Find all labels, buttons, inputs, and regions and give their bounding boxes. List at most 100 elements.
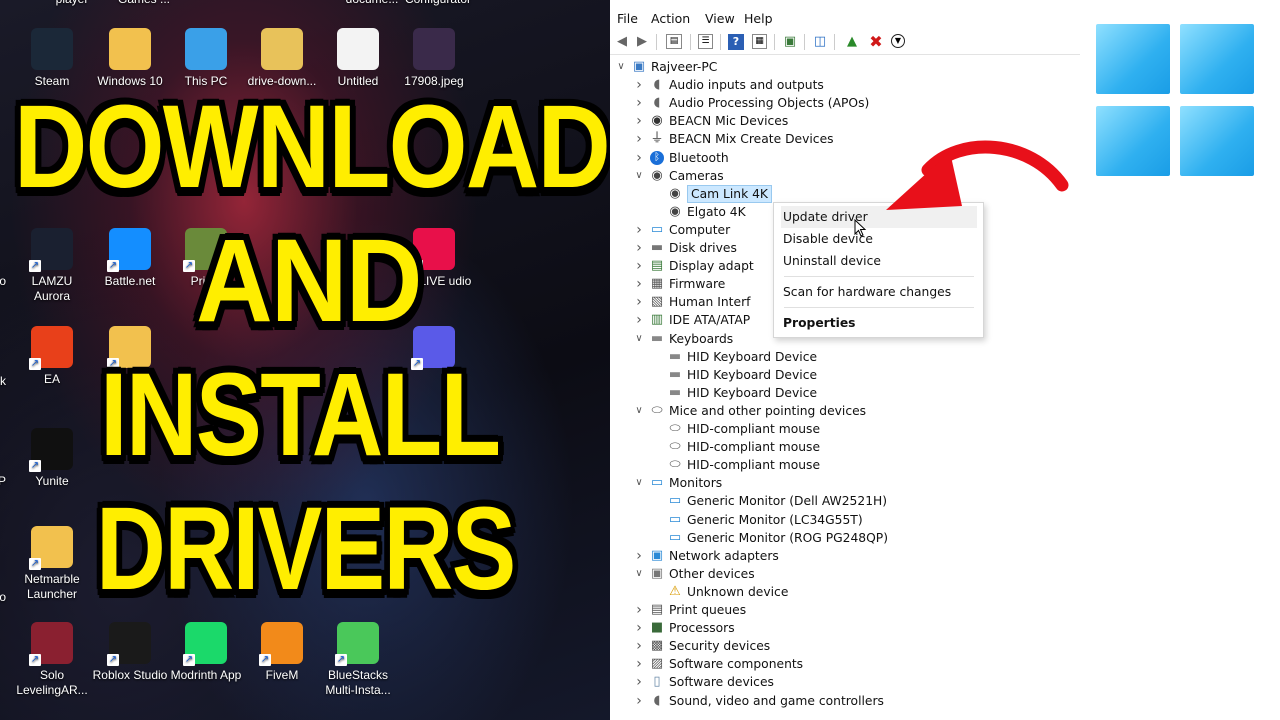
- desktop-icon[interactable]: ↗ Roblox Studio: [92, 622, 168, 683]
- tree-node-label: Unknown device: [687, 584, 789, 599]
- tree-node[interactable]: › ◖ Sound, video and game controllers: [610, 692, 1270, 710]
- back-icon[interactable]: ◀: [614, 34, 630, 50]
- shortcut-arrow-icon: ↗: [107, 260, 119, 272]
- chevron-down-icon[interactable]: ∨: [634, 474, 644, 492]
- tree-node[interactable]: › ▩ Security devices: [610, 637, 1270, 655]
- download-icon[interactable]: ▼: [891, 34, 905, 48]
- tree-node[interactable]: ∨ ⬭ Mice and other pointing devices: [610, 402, 1270, 420]
- tree-node[interactable]: › ▤ Print queues: [610, 601, 1270, 619]
- desktop-icon-label: Roblox Studio: [92, 668, 168, 682]
- tree-node[interactable]: ▬ HID Keyboard Device: [610, 348, 1270, 366]
- chevron-right-icon[interactable]: ›: [634, 601, 644, 619]
- chevron-right-icon[interactable]: ›: [634, 130, 644, 148]
- chevron-down-icon[interactable]: ∨: [634, 565, 644, 583]
- chevron-down-icon[interactable]: ∨: [634, 402, 644, 420]
- speaker-icon: ◖: [653, 77, 661, 93]
- desktop-icon[interactable]: drive-down...: [244, 28, 320, 89]
- chevron-right-icon[interactable]: ›: [634, 692, 644, 710]
- help-icon[interactable]: ?: [728, 34, 744, 50]
- desktop-icon[interactable]: ↗ Solo LevelingAR...: [14, 622, 90, 698]
- desktop-edge-label: P: [0, 474, 6, 488]
- desktop-icon[interactable]: ↗ Netmarble Launcher: [14, 526, 90, 602]
- shortcut-arrow-icon: ↗: [29, 558, 41, 570]
- chevron-right-icon[interactable]: ›: [634, 76, 644, 94]
- tree-node[interactable]: › ▣ Network adapters: [610, 547, 1270, 565]
- desktop-icon[interactable]: ↗ BlueStacks Multi-Insta...: [320, 622, 396, 698]
- update-driver-icon[interactable]: ▣: [782, 34, 798, 50]
- desktop-icon[interactable]: ↗ Modrinth App: [168, 622, 244, 683]
- chevron-right-icon[interactable]: ›: [634, 619, 644, 637]
- view-icon[interactable]: ▦: [752, 34, 767, 49]
- tree-node[interactable]: ⬭ HID-compliant mouse: [610, 420, 1270, 438]
- forward-icon[interactable]: ▶: [634, 34, 650, 50]
- tree-node[interactable]: › ■ Processors: [610, 619, 1270, 637]
- tree-node-label: Other devices: [669, 566, 755, 581]
- tree-node[interactable]: › ▯ Software devices: [610, 673, 1270, 691]
- menu-uninstall-device[interactable]: Uninstall device: [781, 250, 977, 272]
- properties-label: Properties: [783, 316, 856, 330]
- uninstall-icon[interactable]: ✖: [868, 34, 884, 50]
- chevron-right-icon[interactable]: ›: [634, 239, 644, 257]
- tree-node-label: BEACN Mix Create Devices: [669, 132, 834, 147]
- tree-node-label: Keyboards: [669, 331, 734, 346]
- chevron-down-icon[interactable]: ∨: [634, 167, 644, 185]
- desktop-icon[interactable]: ↗ LAMZU Aurora: [14, 228, 90, 304]
- hid-icon: ▧: [650, 294, 664, 310]
- monitor-icon[interactable]: ◫: [812, 34, 828, 50]
- chevron-right-icon[interactable]: ›: [634, 112, 644, 130]
- chevron-right-icon[interactable]: ›: [634, 221, 644, 239]
- tree-node[interactable]: ⚠ Unknown device: [610, 583, 1270, 601]
- chevron-right-icon[interactable]: ›: [634, 311, 644, 329]
- tree-node[interactable]: › ▨ Software components: [610, 655, 1270, 673]
- tree-node-label: Bluetooth: [669, 150, 729, 165]
- menu-help[interactable]: Help: [744, 11, 773, 26]
- desktop-icon[interactable]: Windows 10: [92, 28, 168, 89]
- chevron-right-icon[interactable]: ›: [634, 149, 644, 167]
- desktop-icon[interactable]: ↗ Yunite: [14, 428, 90, 489]
- solo-leveling-icon: ↗: [29, 622, 73, 666]
- shortcut-arrow-icon: ↗: [29, 654, 41, 666]
- tree-node[interactable]: ▬ HID Keyboard Device: [610, 384, 1270, 402]
- chevron-right-icon[interactable]: ›: [634, 275, 644, 293]
- properties-icon[interactable]: ▤: [666, 34, 682, 49]
- tree-node-label: Generic Monitor (ROG PG248QP): [687, 530, 889, 545]
- software-component-icon: ▨: [650, 656, 664, 672]
- menu-properties[interactable]: Properties: [781, 312, 977, 334]
- enable-device-icon[interactable]: ▲: [844, 34, 860, 50]
- tree-node[interactable]: ▭ Generic Monitor (Dell AW2521H): [610, 492, 1270, 510]
- desktop-icon[interactable]: This PC: [168, 28, 244, 89]
- tree-node[interactable]: ▬ HID Keyboard Device: [610, 366, 1270, 384]
- chevron-down-icon[interactable]: ∨: [634, 330, 644, 348]
- chevron-right-icon[interactable]: ›: [634, 257, 644, 275]
- menu-view[interactable]: View: [705, 11, 735, 26]
- menu-disable-device[interactable]: Disable device: [781, 228, 977, 250]
- chevron-right-icon[interactable]: ›: [634, 673, 644, 691]
- tree-node[interactable]: ∨ ▣ Other devices: [610, 565, 1270, 583]
- tree-node[interactable]: ▭ Generic Monitor (ROG PG248QP): [610, 529, 1270, 547]
- chevron-right-icon[interactable]: ›: [634, 94, 644, 112]
- chevron-right-icon[interactable]: ›: [634, 293, 644, 311]
- software-device-icon: ▯: [653, 674, 661, 690]
- tree-node[interactable]: ∨ ▭ Monitors: [610, 474, 1270, 492]
- tree-node-label: Audio inputs and outputs: [669, 78, 824, 93]
- desktop-icon[interactable]: ↗ EA: [14, 326, 90, 387]
- chevron-right-icon[interactable]: ›: [634, 655, 644, 673]
- tree-node[interactable]: ⬭ HID-compliant mouse: [610, 438, 1270, 456]
- desktop-icon-label: docume...: [334, 0, 410, 7]
- desktop-icon[interactable]: ↗ Battle.net: [92, 228, 168, 289]
- desktop-icon[interactable]: ↗ FiveM: [244, 622, 320, 683]
- desktop-icon[interactable]: Untitled: [320, 28, 396, 89]
- chevron-right-icon[interactable]: ›: [634, 547, 644, 565]
- chevron-right-icon[interactable]: ›: [634, 637, 644, 655]
- menu-file[interactable]: File: [617, 11, 638, 26]
- tree-node[interactable]: ▭ Generic Monitor (LC34G55T): [610, 511, 1270, 529]
- desktop-icon[interactable]: 17908.jpeg: [396, 28, 472, 89]
- desktop-icon-label: Battle.net: [104, 274, 156, 288]
- firmware-icon: ▦: [650, 276, 664, 292]
- desktop-icon[interactable]: Steam: [14, 28, 90, 89]
- list-icon[interactable]: ☰: [698, 34, 713, 49]
- menu-scan-hardware[interactable]: Scan for hardware changes: [781, 281, 977, 303]
- menu-action[interactable]: Action: [651, 11, 690, 26]
- chevron-down-icon[interactable]: ∨: [616, 58, 626, 76]
- tree-node[interactable]: ⬭ HID-compliant mouse: [610, 456, 1270, 474]
